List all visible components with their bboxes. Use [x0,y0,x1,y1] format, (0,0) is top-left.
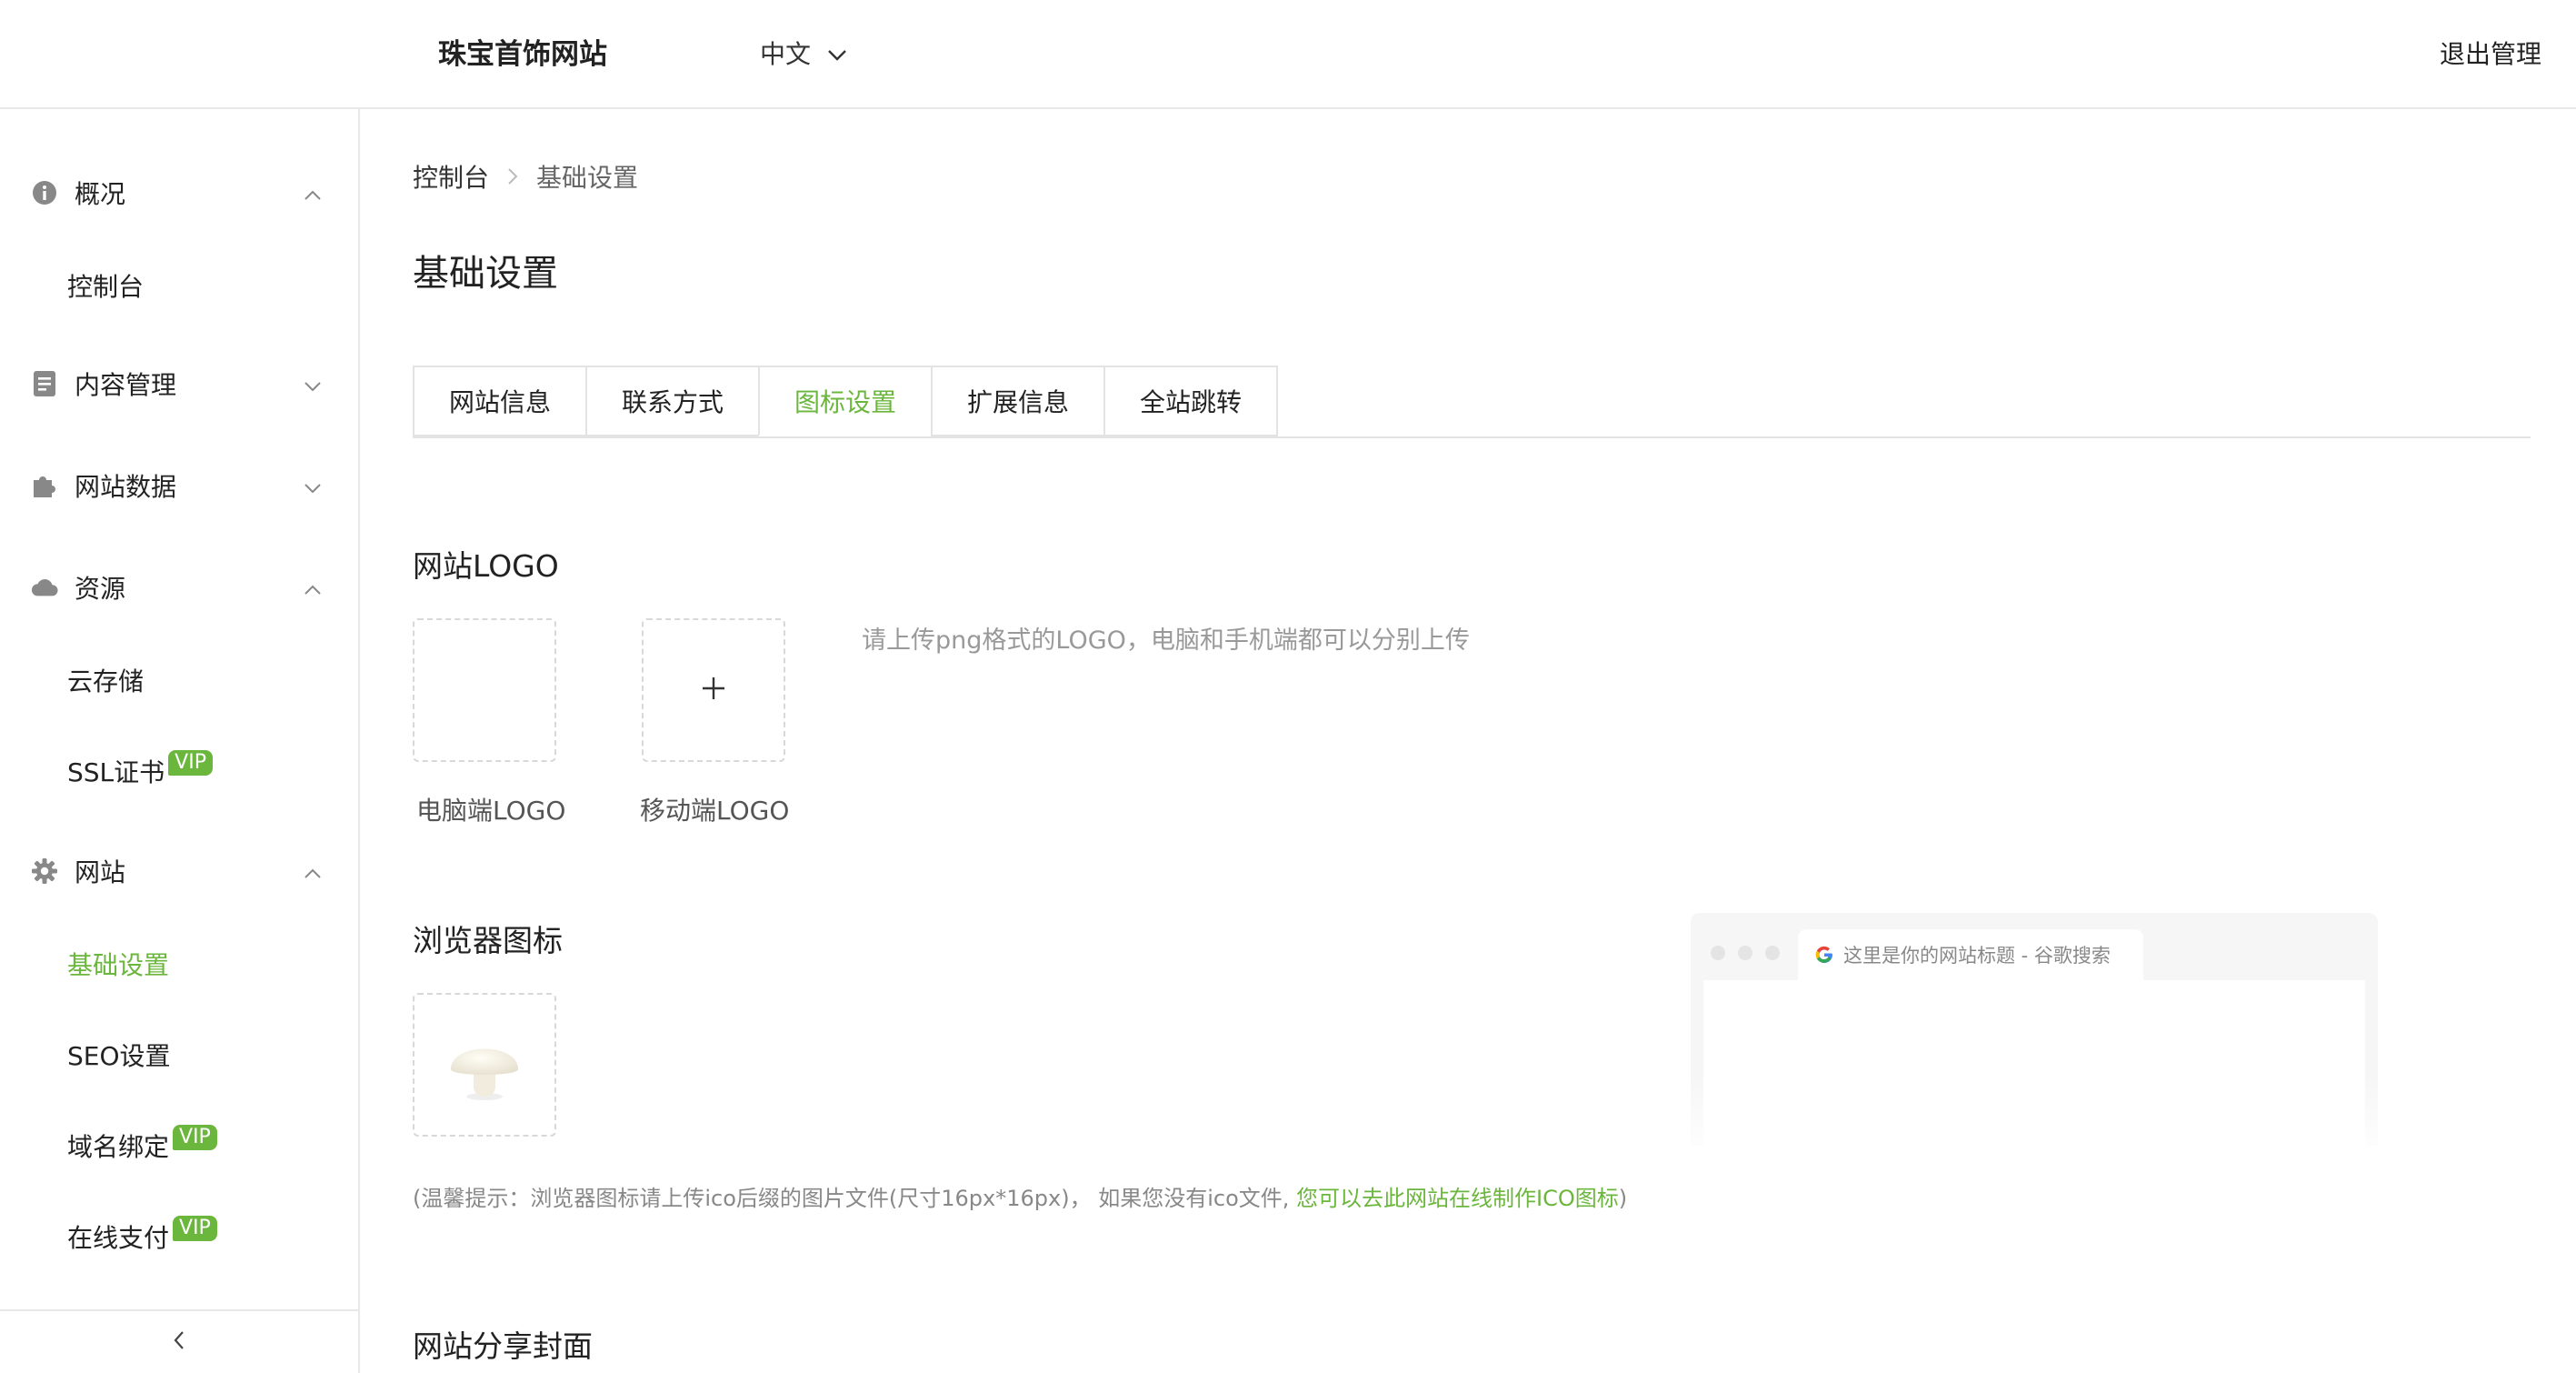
sidebar-item-basic-settings[interactable]: 基础设置 [67,946,169,982]
favicon-tip: (温馨提示：浏览器图标请上传ico后缀的图片文件(尺寸16px*16px)， 如… [413,1180,1627,1212]
sidebar-item-domain[interactable]: 域名绑定 VIP [67,1125,217,1164]
mushroom-favicon-image [444,1022,525,1107]
chevron-down-icon [304,471,322,501]
sidebar-item-label: 在线支付 [67,1223,170,1253]
share-cover-section-title: 网站分享封面 [413,1328,593,1364]
sidebar-group-label: 概况 [75,179,126,209]
chevron-down-icon [827,38,847,68]
sidebar-item-cloud-storage[interactable]: 云存储 [67,662,144,698]
site-title: 珠宝首饰网站 [438,38,607,71]
vip-badge: VIP [173,1216,217,1241]
top-header: 珠宝首饰网站 中文 退出管理 [0,0,2576,109]
mobile-logo-label: 移动端LOGO [640,796,790,826]
chevron-up-icon [304,857,322,887]
pc-logo-upload[interactable] [413,618,556,762]
logout-button[interactable]: 退出管理 [2440,35,2541,71]
preview-tab-title: 这里是你的网站标题 - 谷歌搜索 [1843,945,2111,967]
chevron-right-icon [507,162,518,192]
google-g-icon [1814,945,1834,965]
document-icon [31,370,58,397]
logo-upload-hint: 请上传png格式的LOGO，电脑和手机端都可以分别上传 [862,626,1470,655]
logo-section-title: 网站LOGO [413,548,559,584]
gear-icon [31,857,58,885]
window-dot [1711,946,1725,960]
breadcrumb-current: 基础设置 [536,163,639,193]
breadcrumb-root[interactable]: 控制台 [413,158,489,195]
sidebar-item-seo[interactable]: SEO设置 [67,1037,171,1073]
tabs-divider [413,436,2531,438]
sidebar-item-label: 域名绑定 [67,1132,170,1162]
sidebar-group-site-data[interactable]: 网站数据 [31,467,322,504]
sidebar-item-dashboard[interactable]: 控制台 [67,267,144,304]
mobile-logo-upload[interactable] [642,618,785,762]
tab-icon-settings[interactable]: 图标设置 [758,366,933,436]
sidebar-item-payment[interactable]: 在线支付 VIP [67,1216,217,1255]
favicon-section-title: 浏览器图标 [413,923,563,958]
pc-logo-label: 电脑端LOGO [416,796,566,826]
sidebar-group-label: 网站数据 [75,472,177,502]
sidebar-group-label: 网站 [75,857,126,887]
plus-icon [700,675,727,706]
vip-badge: VIP [173,1125,217,1150]
tab-site-redirect[interactable]: 全站跳转 [1103,366,1278,436]
chevron-up-icon [304,573,322,603]
tip-text: (温馨提示：浏览器图标请上传ico后缀的图片文件(尺寸16px*16px)， 如… [413,1186,1297,1211]
breadcrumb: 控制台 基础设置 [413,158,638,195]
sidebar-group-label: 资源 [75,574,126,604]
chevron-up-icon [304,178,322,208]
favicon-upload[interactable] [413,993,556,1137]
tab-extended-info[interactable]: 扩展信息 [931,366,1105,436]
preview-browser-tab: 这里是你的网站标题 - 谷歌搜索 [1798,929,2143,980]
settings-tabs: 网站信息 联系方式 图标设置 扩展信息 全站跳转 [413,366,1278,436]
language-selector[interactable]: 中文 [760,35,847,71]
chevron-down-icon [304,369,322,399]
sidebar-group-overview[interactable]: 概况 [31,175,322,211]
puzzle-icon [31,472,58,499]
sidebar-group-content[interactable]: 内容管理 [31,366,322,402]
window-dot [1738,946,1752,960]
sidebar-group-resources[interactable]: 资源 [31,569,322,606]
sidebar-item-label: SSL证书 [67,757,165,787]
preview-fade-overlay [1672,1073,2400,1164]
sidebar-group-label: 内容管理 [75,370,177,400]
sidebar: 概况 控制台 内容管理 网站数据 资源 云存储 SSL证书 VIP 网站 基础设… [0,109,360,1373]
chevron-left-icon [173,1330,185,1354]
sidebar-item-ssl[interactable]: SSL证书 VIP [67,750,213,789]
ico-maker-link[interactable]: 您可以去此网站在线制作ICO图标 [1296,1186,1619,1211]
tip-close-paren: ) [1618,1186,1628,1211]
sidebar-group-website[interactable]: 网站 [31,853,322,889]
sidebar-collapse-button[interactable] [0,1309,358,1373]
tab-contact[interactable]: 联系方式 [585,366,760,436]
tab-site-info[interactable]: 网站信息 [413,366,587,436]
language-label: 中文 [760,39,812,69]
info-circle-icon [31,179,58,206]
window-dot [1765,946,1780,960]
vip-badge: VIP [168,750,213,776]
cloud-icon [31,574,58,601]
page-title: 基础设置 [413,253,558,295]
